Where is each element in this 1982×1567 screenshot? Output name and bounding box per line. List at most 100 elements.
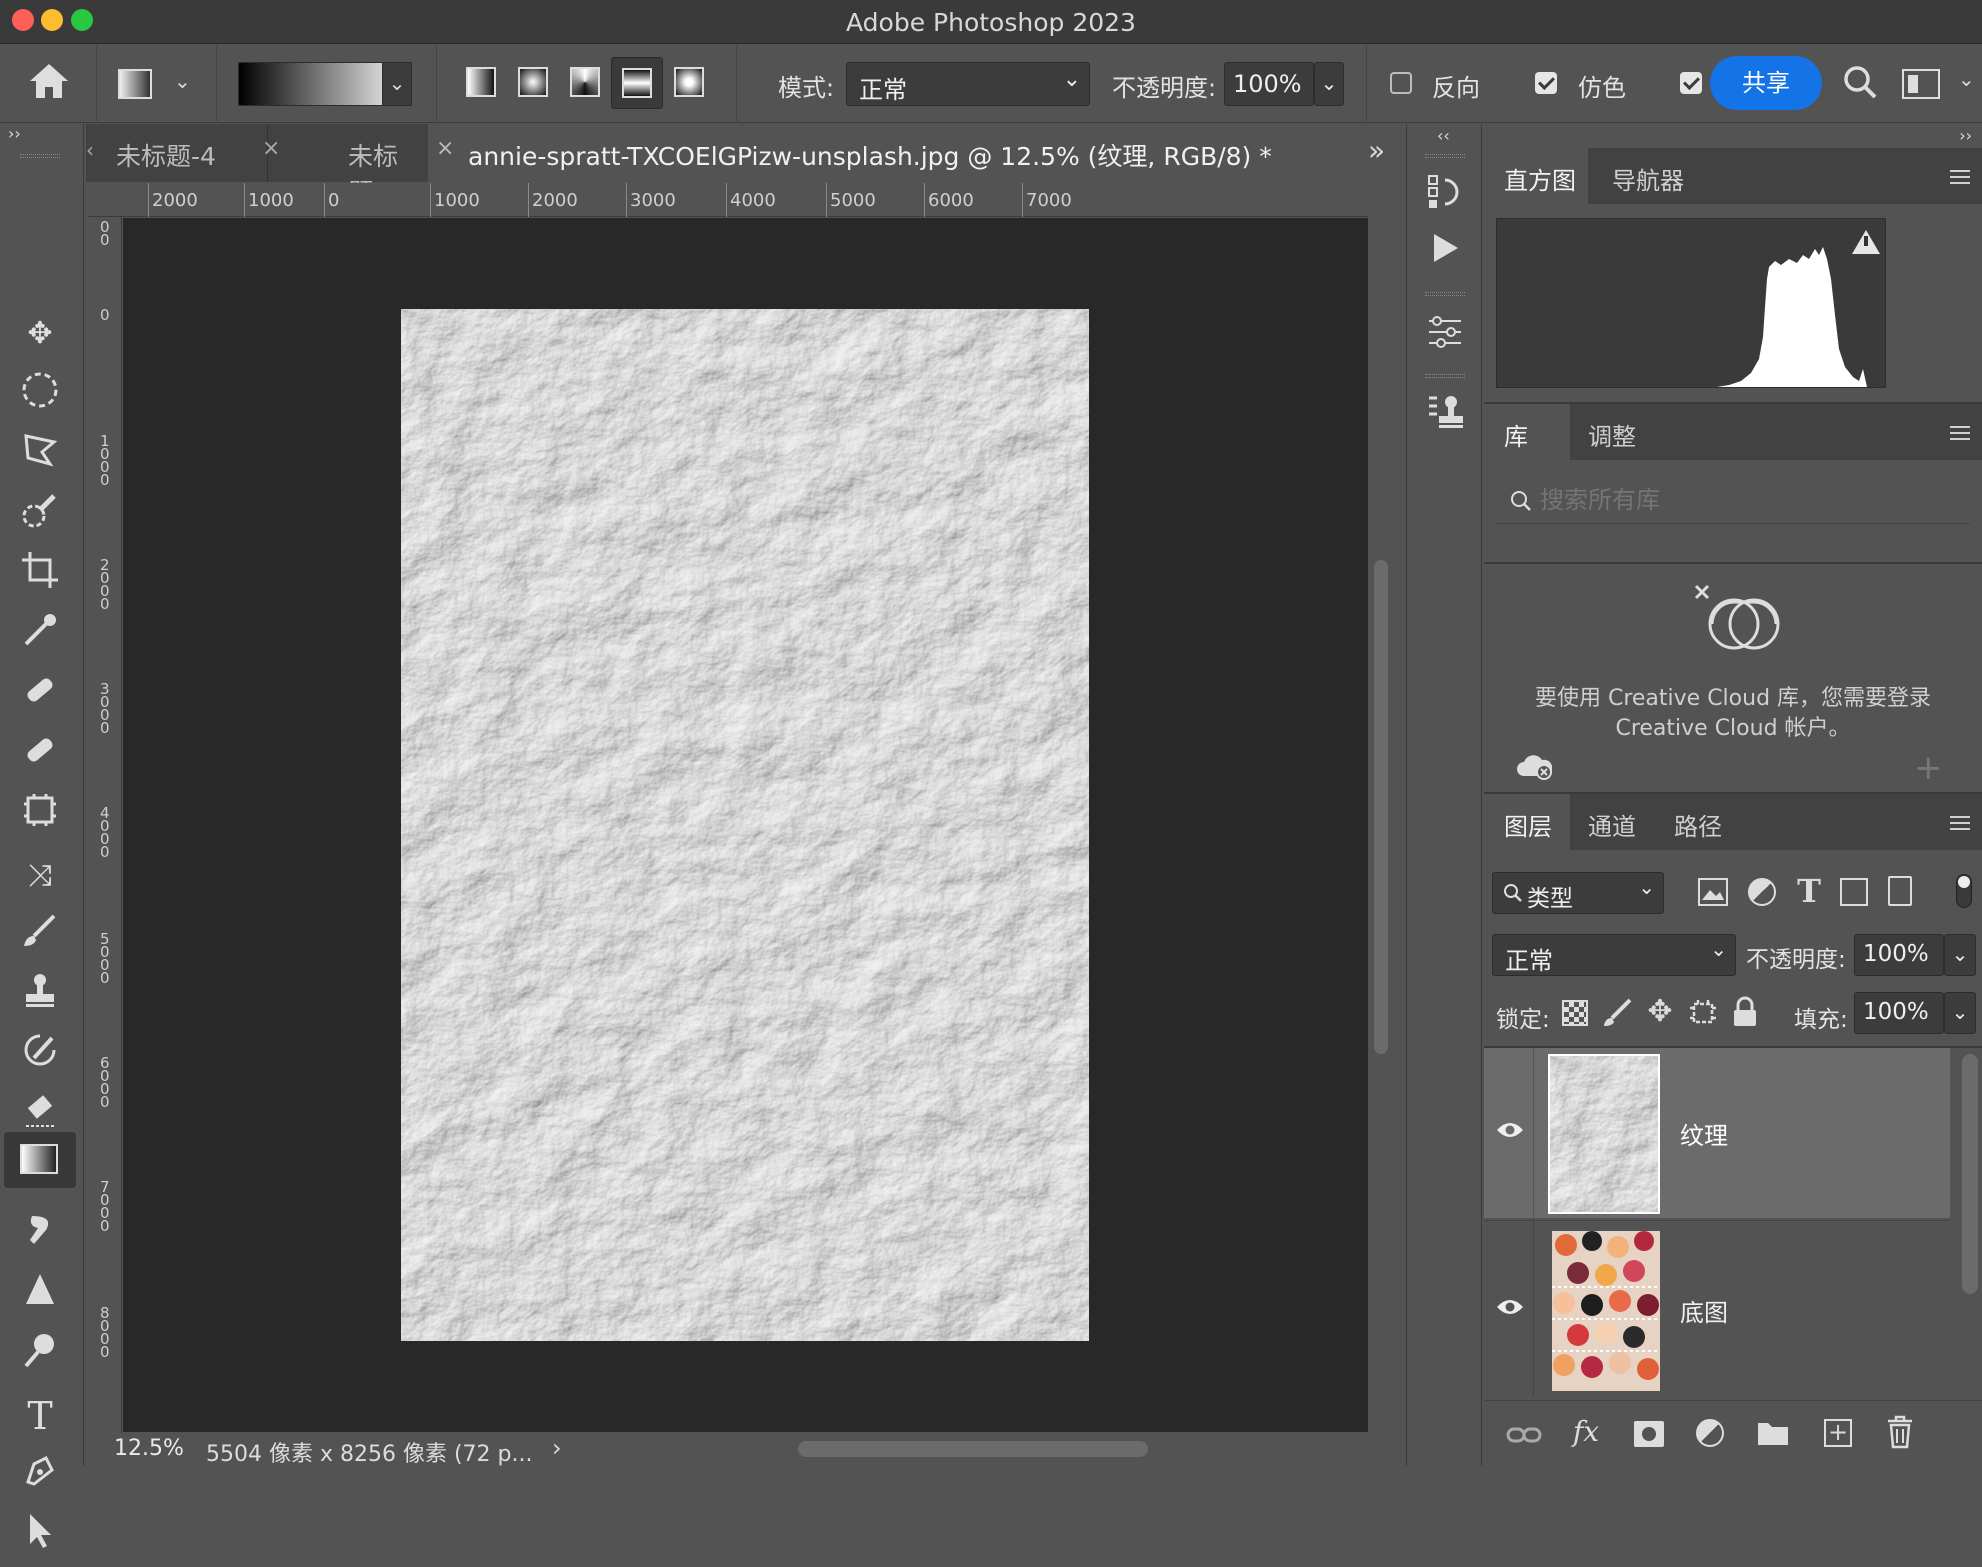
layer-opacity-chevron-icon[interactable]: ⌄	[1944, 934, 1976, 976]
add-library-icon[interactable]: +	[1914, 748, 1943, 788]
filter-adjustment-layers-icon[interactable]	[1748, 878, 1776, 906]
grip-icon[interactable]	[1425, 154, 1465, 158]
library-search-input[interactable]	[1540, 482, 1950, 518]
gradient-dropdown-chevron-icon[interactable]: ⌄	[382, 62, 412, 106]
opacity-dropdown-chevron-icon[interactable]: ⌄	[1314, 62, 1344, 106]
filter-type-layers-icon[interactable]: T	[1794, 872, 1824, 910]
transparency-checkbox[interactable]	[1680, 72, 1702, 94]
delete-layer-icon[interactable]	[1886, 1415, 1914, 1449]
tab-adjustments[interactable]: 调整	[1588, 417, 1636, 452]
ellipse-marquee-tool-icon[interactable]	[10, 370, 70, 422]
new-layer-icon[interactable]: +	[1824, 1419, 1852, 1447]
filter-toggle[interactable]	[1956, 874, 1972, 908]
eye-icon[interactable]	[1496, 1120, 1524, 1140]
layer-row[interactable]: 纹理	[1484, 1048, 1950, 1218]
eye-icon[interactable]	[1496, 1297, 1524, 1317]
healing-brush-tool-icon[interactable]	[10, 730, 70, 782]
history-panel-icon[interactable]	[1427, 174, 1463, 210]
vertical-scrollbar-thumb[interactable]	[1374, 560, 1388, 1054]
lock-transparent-pixels-icon[interactable]	[1562, 1000, 1588, 1026]
blend-mode-select[interactable]: 正常 ⌄	[1492, 934, 1736, 976]
content-aware-move-tool-icon[interactable]: ⤨	[10, 850, 70, 902]
dodge-tool-icon[interactable]	[10, 1330, 70, 1382]
close-tab-icon[interactable]: ×	[262, 136, 280, 161]
horizontal-scrollbar-thumb[interactable]	[798, 1441, 1148, 1457]
filter-pixel-layers-icon[interactable]	[1698, 878, 1728, 906]
artboard-tool-icon[interactable]	[10, 790, 70, 842]
linear-gradient-icon[interactable]	[466, 67, 496, 97]
reflected-gradient-button[interactable]	[611, 57, 663, 109]
history-brush-tool-icon[interactable]	[10, 1030, 70, 1082]
document-info[interactable]: 5504 像素 x 8256 像素 (72 p...	[206, 1436, 532, 1468]
layers-scrollbar-thumb[interactable]	[1962, 1054, 1978, 1294]
chevron-down-icon[interactable]: ⌄	[174, 69, 191, 93]
lock-all-icon[interactable]	[1732, 996, 1758, 1028]
tab-paths[interactable]: 路径	[1674, 807, 1722, 842]
eyedropper-tool-icon[interactable]	[10, 610, 70, 662]
spot-healing-brush-tool-icon[interactable]	[10, 670, 70, 722]
reverse-checkbox[interactable]	[1390, 72, 1412, 94]
tool-preset-icon[interactable]	[118, 69, 152, 99]
more-tabs-icon[interactable]: »	[1368, 134, 1385, 167]
opacity-field[interactable]: 100%	[1224, 62, 1314, 106]
tab-layers[interactable]: 图层	[1504, 807, 1552, 842]
tab-scroll-left-icon[interactable]: ‹	[86, 124, 96, 182]
chevron-down-icon[interactable]: ⌄	[1958, 67, 1975, 91]
library-search[interactable]	[1496, 478, 1970, 524]
tab-navigator[interactable]: 导航器	[1612, 161, 1684, 196]
grip-icon[interactable]	[20, 154, 60, 158]
tab-untitled-4[interactable]: 未标题-4	[96, 124, 268, 182]
layer-name[interactable]: 纹理	[1680, 1116, 1728, 1151]
search-icon[interactable]	[1840, 63, 1880, 103]
tab-channels[interactable]: 通道	[1588, 807, 1636, 842]
tab-libraries[interactable]: 库	[1504, 417, 1528, 452]
close-tab-icon[interactable]: ×	[436, 136, 454, 161]
sharpen-tool-icon[interactable]	[10, 1270, 70, 1322]
polygonal-lasso-tool-icon[interactable]	[10, 430, 70, 482]
actions-play-icon[interactable]	[1431, 232, 1461, 264]
quick-selection-tool-icon[interactable]	[10, 490, 70, 542]
new-group-folder-icon[interactable]	[1756, 1419, 1790, 1447]
mode-select[interactable]: 正常 ⌄	[846, 62, 1090, 106]
fill-chevron-icon[interactable]: ⌄	[1944, 992, 1976, 1034]
home-icon[interactable]	[26, 61, 72, 107]
grip-icon[interactable]	[1425, 374, 1465, 378]
layer-row[interactable]: 底图	[1484, 1220, 1950, 1397]
collapse-dock-icon[interactable]: ‹‹	[1437, 126, 1450, 145]
clone-source-panel-icon[interactable]	[1427, 394, 1463, 430]
layer-style-fx-icon[interactable]: fx	[1568, 1415, 1604, 1451]
path-selection-tool-icon[interactable]	[10, 1510, 70, 1562]
new-adjustment-layer-icon[interactable]	[1696, 1419, 1724, 1447]
pen-tool-icon[interactable]	[10, 1450, 70, 1502]
document-image[interactable]	[401, 309, 1089, 1341]
smudge-tool-icon[interactable]	[10, 1210, 70, 1262]
radial-gradient-icon[interactable]	[518, 67, 548, 97]
move-tool-icon[interactable]: ✥	[10, 308, 70, 360]
lock-position-icon[interactable]: ✥	[1644, 996, 1676, 1028]
angle-gradient-icon[interactable]	[570, 67, 600, 97]
panel-menu-icon[interactable]	[1950, 170, 1970, 184]
diamond-gradient-icon[interactable]	[674, 67, 704, 97]
type-tool-icon[interactable]: T	[10, 1390, 70, 1442]
collapse-toolbar-icon[interactable]: ››	[8, 124, 21, 143]
layer-name[interactable]: 底图	[1680, 1293, 1728, 1328]
lock-image-pixels-icon[interactable]	[1602, 996, 1634, 1028]
properties-panel-icon[interactable]	[1427, 314, 1463, 350]
share-button[interactable]: 共享	[1710, 56, 1822, 110]
cloud-offline-icon[interactable]	[1516, 752, 1553, 780]
layer-opacity-field[interactable]: 100%	[1854, 934, 1944, 976]
clone-stamp-tool-icon[interactable]	[10, 970, 70, 1022]
tab-annie-spratt-document[interactable]: annie-spratt-TXCOElGPizw-unsplash.jpg @ …	[428, 124, 1408, 182]
add-mask-icon[interactable]	[1634, 1421, 1664, 1447]
collapse-panels-icon[interactable]: ››	[1959, 126, 1972, 145]
link-layers-icon[interactable]	[1506, 1423, 1542, 1447]
filter-smart-objects-icon[interactable]	[1888, 876, 1912, 906]
zoom-level[interactable]: 12.5%	[88, 1433, 184, 1466]
workspace-icon[interactable]	[1902, 69, 1940, 99]
layer-filter-select[interactable]: 类型 ⌄	[1492, 872, 1664, 914]
tab-histogram[interactable]: 直方图	[1504, 161, 1576, 196]
warning-icon[interactable]	[1852, 230, 1880, 254]
panel-menu-icon[interactable]	[1950, 816, 1970, 830]
crop-tool-icon[interactable]	[10, 550, 70, 602]
gradient-tool-button[interactable]	[4, 1132, 76, 1188]
